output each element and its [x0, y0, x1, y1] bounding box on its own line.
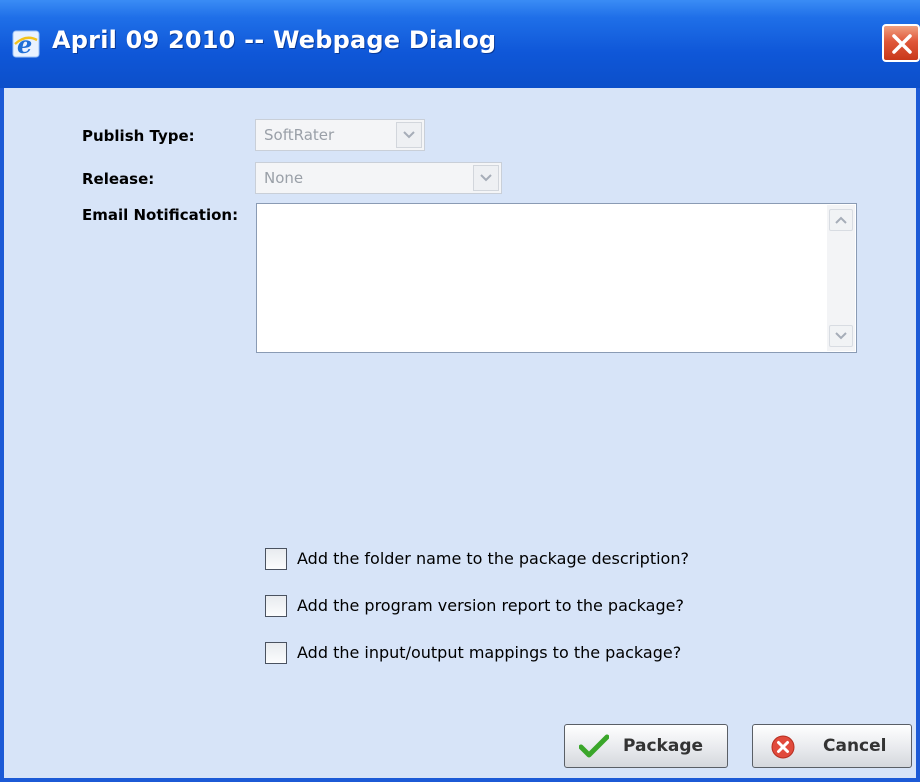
email-notification-input[interactable] — [256, 203, 857, 353]
dialog-window: e April 09 2010 -- Webpage Dialog Publis… — [0, 0, 920, 782]
publish-type-label: Publish Type: — [82, 127, 195, 145]
chevron-down-icon — [396, 122, 422, 148]
scroll-up-button[interactable] — [829, 209, 853, 231]
window-title: April 09 2010 -- Webpage Dialog — [52, 26, 497, 54]
email-notification-label: Email Notification: — [82, 206, 239, 224]
scroll-down-button[interactable] — [829, 325, 853, 347]
close-button[interactable] — [882, 24, 920, 62]
release-select[interactable]: None — [255, 162, 502, 194]
close-icon — [892, 34, 912, 54]
checkbox[interactable] — [265, 642, 287, 664]
package-button-label: Package — [623, 736, 704, 756]
cancel-button-label: Cancel — [823, 736, 887, 756]
checkbox-label: Add the folder name to the package descr… — [297, 549, 689, 568]
release-value: None — [264, 169, 304, 187]
checkbox-label: Add the program version report to the pa… — [297, 596, 684, 615]
title-bar: e April 09 2010 -- Webpage Dialog — [0, 0, 920, 88]
publish-type-select[interactable]: SoftRater — [255, 119, 425, 151]
cancel-button[interactable]: Cancel — [752, 724, 912, 768]
chevron-down-icon — [835, 332, 847, 340]
release-label: Release: — [82, 170, 155, 188]
publish-type-value: SoftRater — [264, 126, 335, 144]
vertical-scrollbar[interactable] — [827, 205, 855, 351]
ie-icon: e — [12, 30, 40, 59]
package-button[interactable]: Package — [564, 724, 728, 768]
chevron-down-icon — [473, 165, 499, 191]
dialog-content: Publish Type: SoftRater Release: None Em… — [4, 88, 916, 778]
checkbox[interactable] — [265, 595, 287, 617]
svg-text:e: e — [17, 30, 32, 58]
checkbox[interactable] — [265, 548, 287, 570]
checkbox-label: Add the input/output mappings to the pac… — [297, 643, 682, 662]
chevron-up-icon — [835, 216, 847, 224]
check-icon — [578, 734, 610, 762]
cancel-icon — [771, 735, 795, 763]
